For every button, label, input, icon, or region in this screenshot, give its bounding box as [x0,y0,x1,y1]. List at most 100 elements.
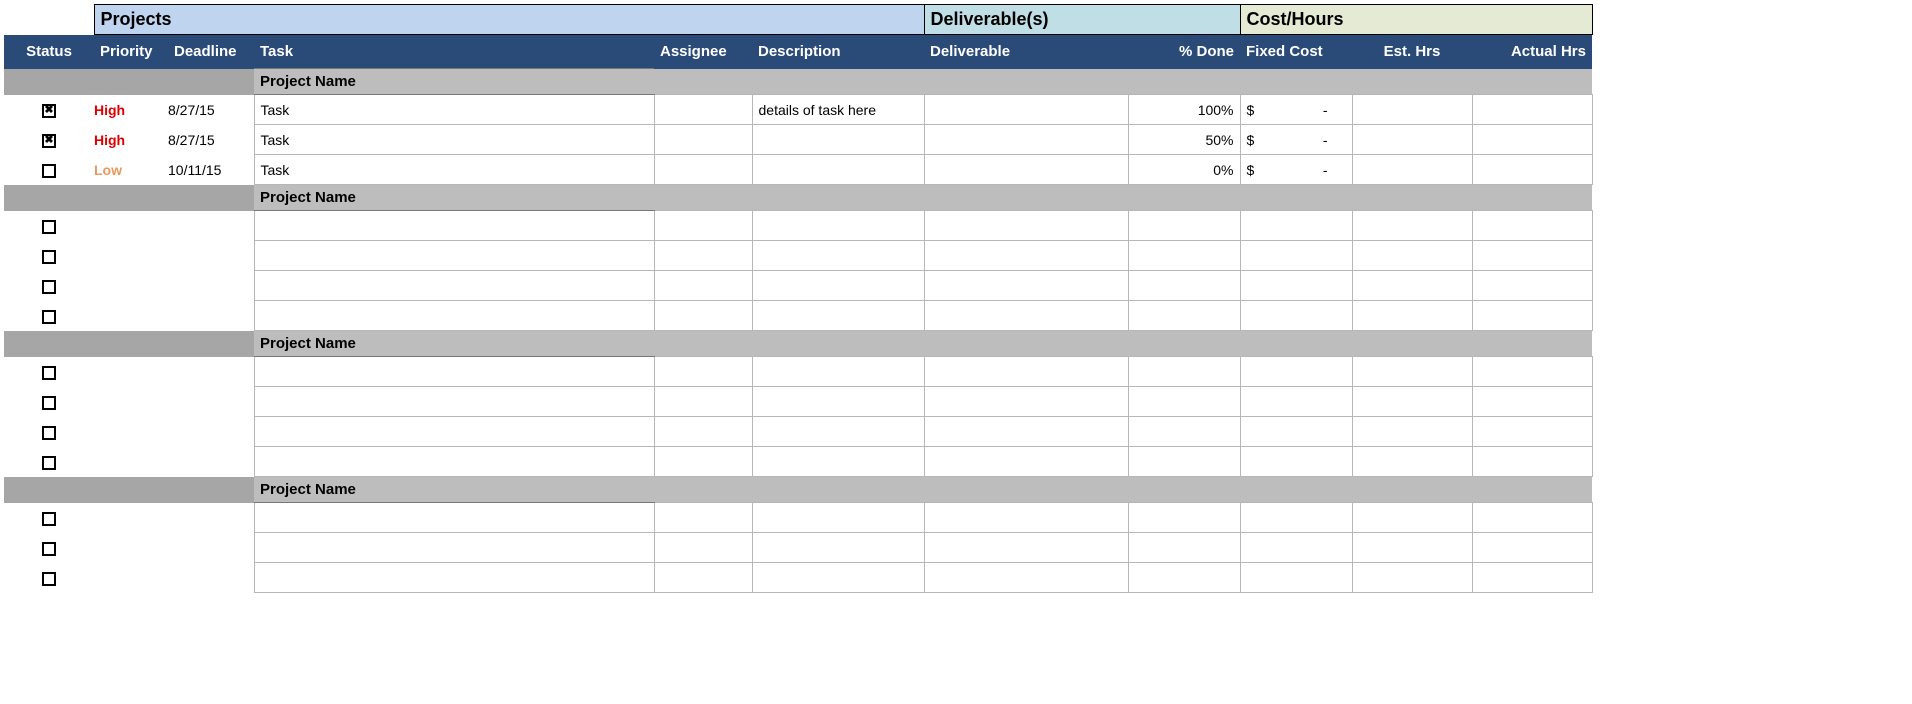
actual-hrs-cell[interactable] [1472,155,1592,185]
status-cell[interactable] [4,95,94,125]
priority-cell[interactable] [94,387,168,417]
fixed-cost-cell[interactable] [1240,211,1352,241]
description-cell[interactable] [752,241,924,271]
status-cell[interactable] [4,503,94,533]
checkbox-empty-icon[interactable] [42,220,56,234]
fixed-cost-cell[interactable] [1240,447,1352,477]
deliverable-cell[interactable] [924,357,1128,387]
deliverable-cell[interactable] [924,503,1128,533]
status-cell[interactable] [4,563,94,593]
task-cell[interactable]: Task [254,125,654,155]
priority-cell[interactable] [94,301,168,331]
task-cell[interactable]: Task [254,95,654,125]
checkbox-empty-icon[interactable] [42,280,56,294]
deadline-cell[interactable] [168,417,254,447]
fixed-cost-cell[interactable]: $- [1240,125,1352,155]
checkbox-empty-icon[interactable] [42,426,56,440]
checkbox-empty-icon[interactable] [42,310,56,324]
status-cell[interactable] [4,271,94,301]
est-hrs-cell[interactable] [1352,563,1472,593]
pct-done-cell[interactable] [1128,211,1240,241]
fixed-cost-cell[interactable] [1240,417,1352,447]
deadline-cell[interactable] [168,271,254,301]
est-hrs-cell[interactable] [1352,211,1472,241]
fixed-cost-cell[interactable] [1240,301,1352,331]
fixed-cost-cell[interactable] [1240,503,1352,533]
assignee-cell[interactable] [654,211,752,241]
actual-hrs-cell[interactable] [1472,563,1592,593]
est-hrs-cell[interactable] [1352,533,1472,563]
description-cell[interactable] [752,503,924,533]
priority-cell[interactable] [94,447,168,477]
actual-hrs-cell[interactable] [1472,241,1592,271]
task-cell[interactable] [254,447,654,477]
deliverable-cell[interactable] [924,211,1128,241]
actual-hrs-cell[interactable] [1472,271,1592,301]
description-cell[interactable] [752,447,924,477]
deliverable-cell[interactable] [924,563,1128,593]
task-cell[interactable] [254,301,654,331]
assignee-cell[interactable] [654,271,752,301]
actual-hrs-cell[interactable] [1472,301,1592,331]
fixed-cost-cell[interactable] [1240,387,1352,417]
deliverable-cell[interactable] [924,155,1128,185]
task-cell[interactable] [254,241,654,271]
assignee-cell[interactable] [654,533,752,563]
status-cell[interactable] [4,241,94,271]
est-hrs-cell[interactable] [1352,503,1472,533]
checkbox-empty-icon[interactable] [42,572,56,586]
deadline-cell[interactable]: 8/27/15 [168,95,254,125]
assignee-cell[interactable] [654,125,752,155]
assignee-cell[interactable] [654,387,752,417]
fixed-cost-cell[interactable] [1240,357,1352,387]
project-name-cell[interactable]: Project Name [254,185,654,211]
priority-cell[interactable] [94,417,168,447]
est-hrs-cell[interactable] [1352,447,1472,477]
deliverable-cell[interactable] [924,417,1128,447]
priority-cell[interactable]: Low [94,155,168,185]
pct-done-cell[interactable] [1128,241,1240,271]
description-cell[interactable] [752,563,924,593]
priority-cell[interactable]: High [94,125,168,155]
checkbox-checked-icon[interactable] [42,134,56,148]
deadline-cell[interactable] [168,563,254,593]
fixed-cost-cell[interactable]: $- [1240,155,1352,185]
pct-done-cell[interactable]: 0% [1128,155,1240,185]
task-cell[interactable] [254,387,654,417]
fixed-cost-cell[interactable] [1240,533,1352,563]
est-hrs-cell[interactable] [1352,387,1472,417]
assignee-cell[interactable] [654,95,752,125]
deadline-cell[interactable] [168,387,254,417]
status-cell[interactable] [4,447,94,477]
pct-done-cell[interactable]: 100% [1128,95,1240,125]
est-hrs-cell[interactable] [1352,95,1472,125]
actual-hrs-cell[interactable] [1472,387,1592,417]
assignee-cell[interactable] [654,417,752,447]
deliverable-cell[interactable] [924,271,1128,301]
status-cell[interactable] [4,417,94,447]
assignee-cell[interactable] [654,563,752,593]
deadline-cell[interactable] [168,301,254,331]
deadline-cell[interactable] [168,533,254,563]
deadline-cell[interactable] [168,241,254,271]
task-cell[interactable] [254,533,654,563]
deadline-cell[interactable] [168,211,254,241]
checkbox-empty-icon[interactable] [42,542,56,556]
pct-done-cell[interactable] [1128,503,1240,533]
assignee-cell[interactable] [654,447,752,477]
est-hrs-cell[interactable] [1352,155,1472,185]
pct-done-cell[interactable] [1128,417,1240,447]
assignee-cell[interactable] [654,357,752,387]
fixed-cost-cell[interactable] [1240,563,1352,593]
priority-cell[interactable] [94,503,168,533]
assignee-cell[interactable] [654,301,752,331]
description-cell[interactable] [752,301,924,331]
pct-done-cell[interactable] [1128,357,1240,387]
priority-cell[interactable] [94,533,168,563]
fixed-cost-cell[interactable] [1240,271,1352,301]
status-cell[interactable] [4,301,94,331]
pct-done-cell[interactable] [1128,533,1240,563]
deliverable-cell[interactable] [924,125,1128,155]
est-hrs-cell[interactable] [1352,241,1472,271]
fixed-cost-cell[interactable]: $- [1240,95,1352,125]
